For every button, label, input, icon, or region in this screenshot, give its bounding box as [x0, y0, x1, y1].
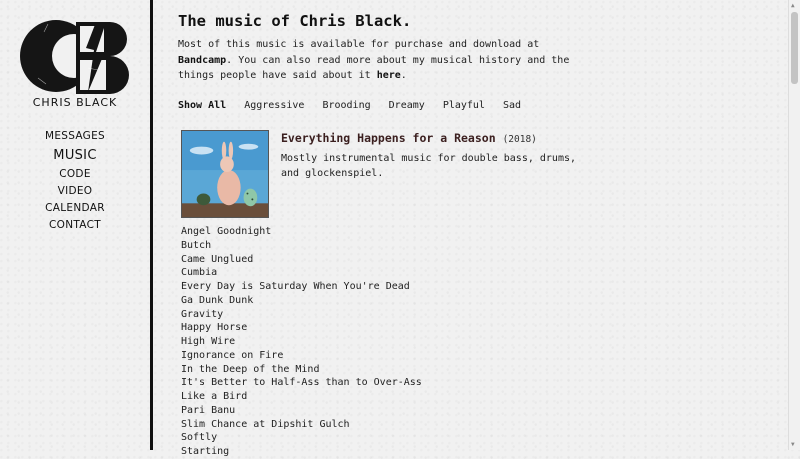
track-item[interactable]: Starting	[181, 445, 422, 459]
filter-aggressive[interactable]: Aggressive	[244, 100, 304, 111]
nav-item-code[interactable]: CODE	[0, 166, 150, 183]
track-item[interactable]: Slim Chance at Dipshit Gulch	[181, 418, 422, 432]
mood-filter-bar: Show All Aggressive Brooding Dreamy Play…	[178, 100, 533, 111]
track-item[interactable]: Gravity	[181, 308, 422, 322]
track-item[interactable]: It's Better to Half-Ass than to Over-Ass	[181, 376, 422, 390]
track-item[interactable]: Came Unglued	[181, 253, 422, 267]
intro-paragraph: Most of this music is available for purc…	[178, 37, 598, 84]
track-list: Angel Goodnight Butch Came Unglued Cumbia Ev…	[181, 225, 422, 459]
track-item[interactable]: Angel Goodnight	[181, 225, 422, 239]
intro-text-3: .	[400, 70, 407, 81]
main-nav: MESSAGES MUSIC CODE VIDEO CALENDAR CONTA…	[0, 128, 150, 234]
intro-text-1: Most of this music is available for purc…	[178, 39, 540, 50]
track-item[interactable]: Happy Horse	[181, 321, 422, 335]
nav-item-messages[interactable]: MESSAGES	[0, 128, 150, 145]
page-title: The music of Chris Black.	[178, 12, 412, 30]
history-link[interactable]: here	[377, 70, 401, 81]
bandcamp-link[interactable]: Bandcamp	[178, 55, 226, 66]
scroll-down-arrow-icon[interactable]: ▼	[791, 441, 795, 448]
intro-text-2: . You can also read more about my musica…	[178, 54, 570, 82]
album-title-text: Everything Happens for a Reason	[281, 131, 496, 145]
filter-brooding[interactable]: Brooding	[322, 100, 370, 111]
track-item[interactable]: Butch	[181, 239, 422, 253]
nav-item-music[interactable]: MUSIC	[0, 145, 150, 166]
sidebar-divider	[150, 0, 153, 450]
filter-playful[interactable]: Playful	[443, 100, 485, 111]
track-item[interactable]: Ignorance on Fire	[181, 349, 422, 363]
nav-item-calendar[interactable]: CALENDAR	[0, 200, 150, 217]
sidebar: CHRIS BLACK MESSAGES MUSIC CODE VIDEO CA…	[0, 0, 150, 450]
track-item[interactable]: Ga Dunk Dunk	[181, 294, 422, 308]
scrollbar-thumb[interactable]	[791, 12, 798, 84]
page-scrollbar[interactable]: ▲ ▼	[788, 0, 800, 450]
album-title[interactable]: Everything Happens for a Reason (2018)	[281, 131, 537, 145]
album-description: Mostly instrumental music for double bas…	[281, 153, 577, 179]
nav-item-video[interactable]: VIDEO	[0, 183, 150, 200]
track-item[interactable]: In the Deep of the Mind	[181, 363, 422, 377]
brand-name: CHRIS BLACK	[32, 96, 118, 109]
track-item[interactable]: Every Day is Saturday When You're Dead	[181, 280, 422, 294]
track-item[interactable]: Softly	[181, 431, 422, 445]
album-cover[interactable]	[181, 130, 269, 218]
filter-sad[interactable]: Sad	[503, 100, 521, 111]
track-item[interactable]: Cumbia	[181, 266, 422, 280]
filter-show-all[interactable]: Show All	[178, 100, 226, 111]
cb-logo[interactable]	[18, 18, 130, 94]
nav-item-contact[interactable]: CONTACT	[0, 217, 150, 234]
filter-dreamy[interactable]: Dreamy	[389, 100, 425, 111]
track-item[interactable]: Like a Bird	[181, 390, 422, 404]
track-item[interactable]: Pari Banu	[181, 404, 422, 418]
scroll-up-arrow-icon[interactable]: ▲	[791, 2, 795, 9]
album-year: (2018)	[502, 134, 537, 145]
track-item[interactable]: High Wire	[181, 335, 422, 349]
